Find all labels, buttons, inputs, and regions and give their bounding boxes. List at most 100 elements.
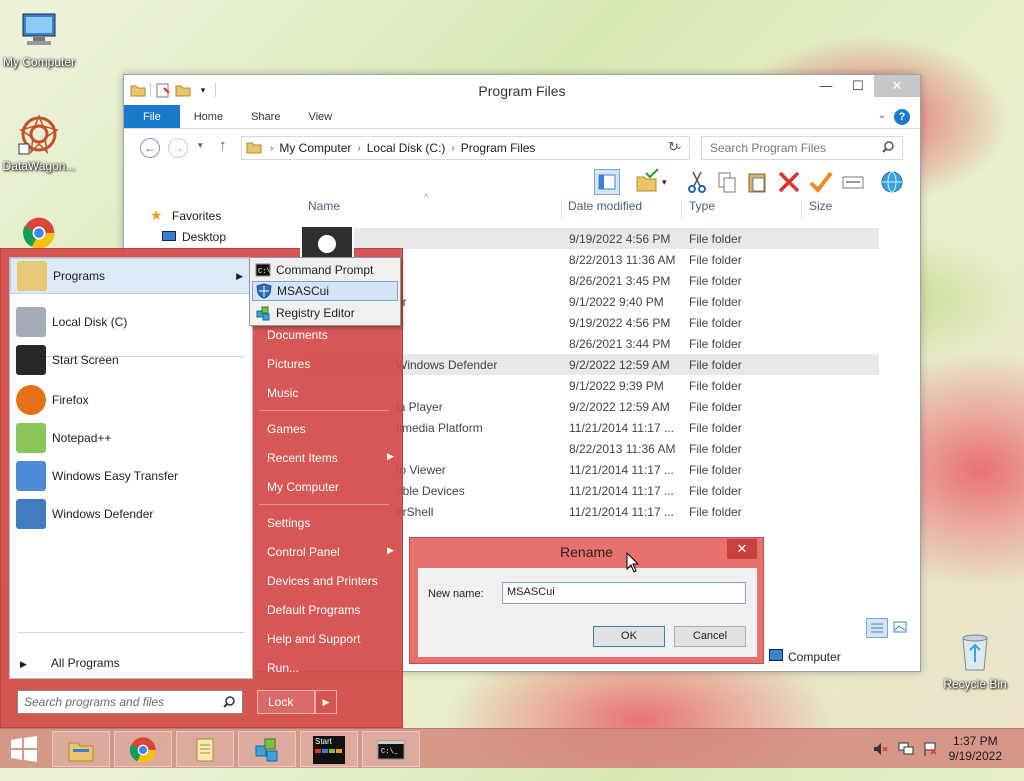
breadcrumb-program-files[interactable]: Program Files xyxy=(461,141,536,155)
details-view-icon[interactable] xyxy=(866,618,888,638)
copy-icon[interactable] xyxy=(714,169,740,195)
tab-home[interactable]: Home xyxy=(180,105,237,128)
start-right-item-devices-and-printers[interactable]: Devices and Printers xyxy=(267,574,378,588)
rename-icon[interactable] xyxy=(808,169,834,195)
taskbar: Start C:\_ 1:37 PM 9/19/2022 xyxy=(0,728,1024,768)
mouse-cursor-icon xyxy=(626,551,640,577)
folder-options-icon[interactable] xyxy=(634,168,660,195)
desktop-icon-datawagon[interactable]: DataWagon... xyxy=(0,112,81,173)
column-type[interactable]: Type xyxy=(689,199,715,223)
large-icons-view-icon[interactable] xyxy=(890,618,910,638)
start-right-item-documents[interactable]: Documents xyxy=(267,328,328,342)
start-right-item-music[interactable]: Music xyxy=(267,386,298,400)
column-name[interactable]: Name xyxy=(308,199,340,223)
desktop-icon-my-computer[interactable]: My Computer xyxy=(0,8,81,69)
new-name-input[interactable]: MSASCui xyxy=(502,582,746,604)
title-bar[interactable]: ▾ Program Files — ☐ ✕ xyxy=(124,75,920,105)
lock-options-arrow-icon[interactable]: ▶ xyxy=(315,690,337,714)
cancel-button[interactable]: Cancel xyxy=(674,626,746,647)
clock[interactable]: 1:37 PM 9/19/2022 xyxy=(949,734,1002,764)
start-right-item-default-programs[interactable]: Default Programs xyxy=(267,603,360,617)
taskbar-start-screen-button[interactable]: Start xyxy=(300,731,358,767)
desktop-icon xyxy=(162,231,176,241)
chevron-right-icon: › xyxy=(270,142,274,154)
preview-pane-icon[interactable] xyxy=(594,169,620,195)
row-name: able Devices xyxy=(396,484,465,498)
ribbon-expand-icon[interactable]: ⌄ xyxy=(878,110,886,121)
start-right-item-control-panel[interactable]: Control Panel ▶ xyxy=(267,545,394,559)
start-item-local-disk-c-[interactable]: Local Disk (C) xyxy=(10,304,252,340)
row-type: File folder xyxy=(689,316,742,330)
submenu-item-command-prompt[interactable]: C:\ Command Prompt xyxy=(252,260,398,280)
row-date: 11/21/2014 11:17 ... xyxy=(569,484,674,498)
computer-icon xyxy=(769,649,783,661)
help-icon[interactable]: ? xyxy=(894,109,910,125)
search-input[interactable]: Search Program Files xyxy=(701,136,903,160)
row-type: File folder xyxy=(689,379,742,393)
paste-icon[interactable] xyxy=(745,169,771,195)
maximize-button[interactable]: ☐ xyxy=(842,75,874,97)
start-right-item-run[interactable]: Run... xyxy=(267,661,299,675)
start-right-item-settings[interactable]: Settings xyxy=(267,516,310,530)
start-right-item-label: Music xyxy=(267,386,299,400)
row-date: 8/26/2021 3:45 PM xyxy=(569,274,671,288)
start-right-item-games[interactable]: Games xyxy=(267,422,306,436)
start-item-notepad-[interactable]: Notepad++ xyxy=(10,420,252,456)
start-button[interactable] xyxy=(8,735,40,763)
recent-locations-icon[interactable]: ▾ xyxy=(198,140,203,151)
table-row[interactable]: 9/19/2022 4:56 PM File folder xyxy=(301,228,879,249)
properties-icon[interactable] xyxy=(840,169,866,195)
cut-icon[interactable] xyxy=(684,169,710,195)
column-date-modified[interactable]: Date modified xyxy=(568,199,642,223)
start-item-start-screen[interactable]: Start Screen xyxy=(10,342,252,378)
start-right-item-my-computer[interactable]: My Computer xyxy=(267,480,339,494)
nav-favorites[interactable]: Favorites xyxy=(172,209,221,223)
all-programs-item[interactable]: ▶ All Programs xyxy=(20,656,120,670)
start-right-item-pictures[interactable]: Pictures xyxy=(267,357,310,371)
start-search-input[interactable]: Search programs and files xyxy=(17,690,243,714)
ok-button[interactable]: OK xyxy=(593,626,665,647)
start-item-windows-easy-transfer[interactable]: Windows Easy Transfer xyxy=(10,458,252,494)
tab-view[interactable]: View xyxy=(294,105,346,128)
taskbar-registry-editor-button[interactable] xyxy=(238,731,296,767)
action-center-icon[interactable] xyxy=(922,741,938,781)
start-item-windows-defender[interactable]: Windows Defender xyxy=(10,496,252,532)
network-icon[interactable] xyxy=(897,741,915,781)
close-button[interactable]: ✕ xyxy=(874,75,920,97)
refresh-icon[interactable]: ↻ xyxy=(668,139,679,155)
start-right-item-label: Documents xyxy=(267,328,328,342)
submenu-item-registry-editor[interactable]: Registry Editor xyxy=(252,303,398,323)
back-button[interactable]: ← xyxy=(140,138,160,158)
taskbar-notepad-button[interactable] xyxy=(176,731,234,767)
delete-icon[interactable] xyxy=(776,169,802,195)
new-name-label: New name: xyxy=(428,588,484,600)
start-right-item-help-and-support[interactable]: Help and Support xyxy=(267,632,360,646)
svg-text:C:\: C:\ xyxy=(258,268,271,276)
minimize-button[interactable]: — xyxy=(810,75,842,97)
taskbar-chrome-button[interactable] xyxy=(114,731,172,767)
lock-button[interactable]: Lock xyxy=(257,690,315,714)
address-bar[interactable]: › My Computer › Local Disk (C:) › Progra… xyxy=(241,136,690,160)
breadcrumb-my-computer[interactable]: My Computer xyxy=(279,141,351,155)
nav-desktop[interactable]: Desktop xyxy=(182,230,226,244)
desktop-icon-recycle-bin[interactable]: Recycle Bin xyxy=(933,630,1017,691)
start-right-item-recent-items[interactable]: Recent Items ▶ xyxy=(267,451,394,465)
submenu-item-msascui[interactable]: MSASCui xyxy=(252,281,398,301)
forward-button[interactable]: → xyxy=(168,138,188,158)
desktop-icon-label: My Computer xyxy=(2,55,76,69)
column-size[interactable]: Size xyxy=(809,199,832,223)
start-item-programs[interactable]: Programs ▶ xyxy=(10,258,252,294)
chevron-down-icon[interactable]: ▾ xyxy=(662,177,672,203)
start-item-firefox[interactable]: Firefox xyxy=(10,382,252,418)
taskbar-explorer-button[interactable] xyxy=(52,731,110,767)
world-icon[interactable] xyxy=(879,169,905,195)
dialog-close-button[interactable]: ✕ xyxy=(727,539,757,559)
breadcrumb-local-disk[interactable]: Local Disk (C:) xyxy=(367,141,446,155)
tab-file[interactable]: File xyxy=(124,105,180,128)
tab-share[interactable]: Share xyxy=(237,105,294,128)
chrome-desktop-icon[interactable] xyxy=(18,216,60,250)
taskbar-command-prompt-button[interactable]: C:\_ xyxy=(362,731,420,767)
volume-muted-icon[interactable] xyxy=(872,741,888,781)
up-button[interactable]: ↑ xyxy=(219,137,227,154)
dialog-body: New name: MSASCui OK Cancel xyxy=(418,568,757,657)
